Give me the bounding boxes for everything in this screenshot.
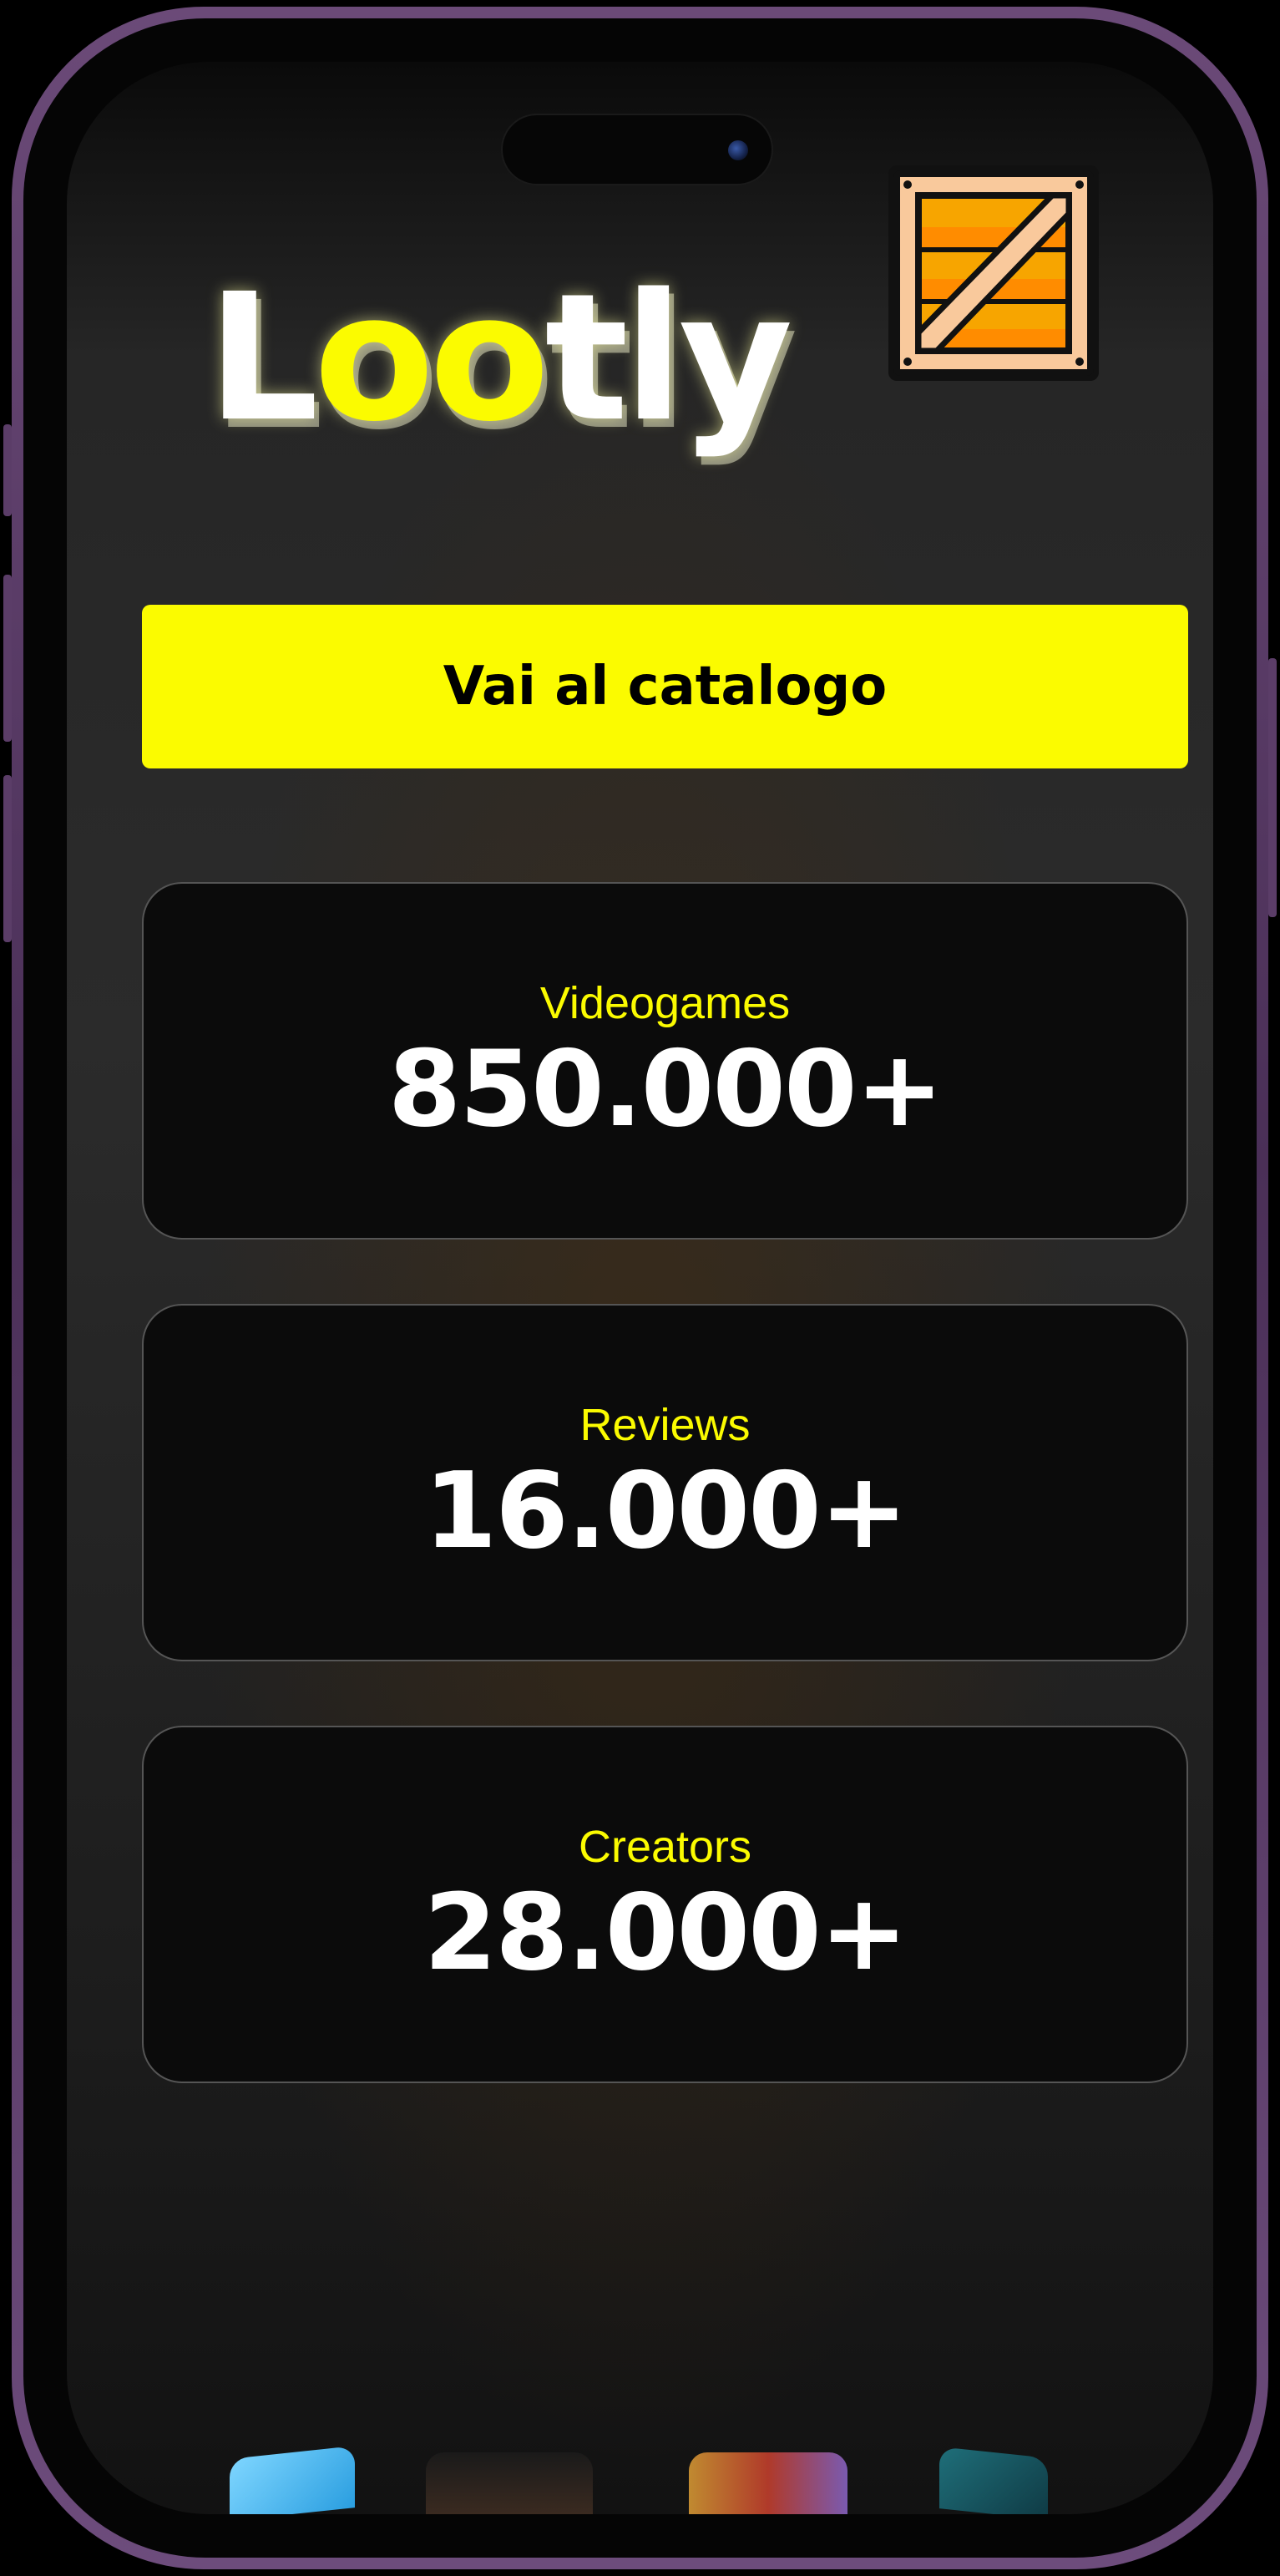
stat-value: 850.000+ [387, 1027, 944, 1150]
game-thumbnail[interactable] [939, 2447, 1048, 2514]
game-thumbnails-strip [67, 2446, 1213, 2514]
action-button [3, 424, 12, 516]
volume-down-button [3, 775, 12, 942]
app-logo: Lootly [207, 271, 793, 446]
stat-card-reviews: Reviews 16.000+ [142, 1304, 1188, 1661]
stat-value: 28.000+ [423, 1870, 908, 1994]
stat-card-creators: Creators 28.000+ [142, 1726, 1188, 2083]
power-button [1268, 658, 1277, 917]
crate-icon [888, 165, 1099, 381]
catalog-button[interactable]: Vai al catalogo [142, 605, 1188, 768]
game-thumbnail[interactable] [689, 2452, 847, 2514]
logo-text-oo: oo [313, 256, 550, 460]
phone-frame: Lootly Vai al catalogo Videogames 850.00… [3, 7, 1277, 2569]
stat-label: Creators [578, 1821, 752, 1872]
stat-label: Videogames [539, 977, 791, 1028]
stat-value: 16.000+ [423, 1448, 908, 1572]
logo-text-tly: tly [544, 256, 792, 460]
stat-label: Reviews [579, 1399, 751, 1450]
stat-card-videogames: Videogames 850.000+ [142, 882, 1188, 1240]
camera-icon [728, 140, 748, 160]
logo-text-l: L [207, 256, 319, 460]
dynamic-island [501, 114, 773, 185]
volume-up-button [3, 575, 12, 742]
game-thumbnail[interactable] [426, 2452, 593, 2514]
phone-bezel: Lootly Vai al catalogo Videogames 850.00… [23, 18, 1257, 2558]
screen: Lootly Vai al catalogo Videogames 850.00… [67, 62, 1213, 2514]
game-thumbnail[interactable] [230, 2446, 355, 2514]
